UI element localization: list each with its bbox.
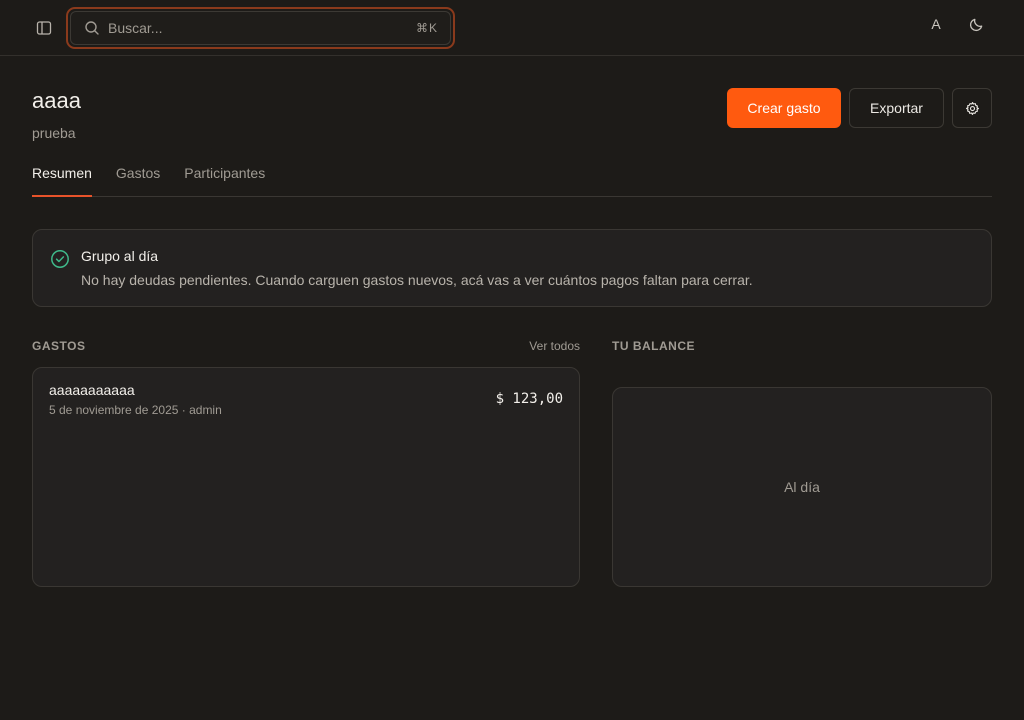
alert-title: Grupo al día: [81, 248, 159, 264]
search-field: ⌘K: [70, 11, 451, 45]
language-button[interactable]: A: [928, 16, 944, 32]
group-description: prueba: [32, 125, 76, 141]
status-alert: Grupo al día No hay deudas pendientes. C…: [32, 229, 992, 307]
expenses-heading: GASTOS: [32, 339, 86, 353]
expense-meta: 5 de noviembre de 2025 · admin: [49, 403, 222, 417]
topbar-actions: A: [928, 16, 984, 32]
expense-row[interactable]: aaaaaaaaaaa 5 de noviembre de 2025 · adm…: [33, 368, 579, 428]
sidebar-toggle-button[interactable]: [32, 16, 56, 40]
check-circle-icon: [51, 250, 69, 268]
expenses-card: aaaaaaaaaaa 5 de noviembre de 2025 · adm…: [32, 367, 580, 587]
theme-toggle-button[interactable]: [968, 16, 984, 32]
tab-resumen[interactable]: Resumen: [32, 164, 92, 197]
see-all-link[interactable]: Ver todos: [529, 339, 580, 353]
search-icon: [85, 21, 99, 35]
export-button[interactable]: Exportar: [849, 88, 944, 128]
expense-amount: $ 123,00: [495, 391, 563, 407]
tab-bar: Resumen Gastos Participantes: [32, 164, 992, 197]
group-title: aaaa: [32, 88, 81, 113]
create-expense-button[interactable]: Crear gasto: [727, 88, 841, 128]
search-shortcut: ⌘K: [415, 21, 438, 35]
moon-icon: [969, 18, 982, 31]
search-box: ⌘K: [66, 7, 455, 49]
gear-icon: [965, 101, 979, 115]
balance-heading: TU BALANCE: [612, 339, 695, 353]
alert-description: No hay deudas pendientes. Cuando carguen…: [81, 272, 753, 288]
balance-card: Al día: [612, 387, 992, 587]
top-bar: ⌘K A: [0, 0, 1024, 56]
tab-participantes[interactable]: Participantes: [184, 164, 265, 197]
expense-name: aaaaaaaaaaa: [49, 382, 135, 398]
settings-button[interactable]: [952, 88, 992, 128]
tab-gastos[interactable]: Gastos: [116, 164, 160, 197]
search-input[interactable]: [108, 20, 416, 36]
sidebar-icon: [36, 21, 52, 35]
balance-status: Al día: [784, 479, 820, 495]
